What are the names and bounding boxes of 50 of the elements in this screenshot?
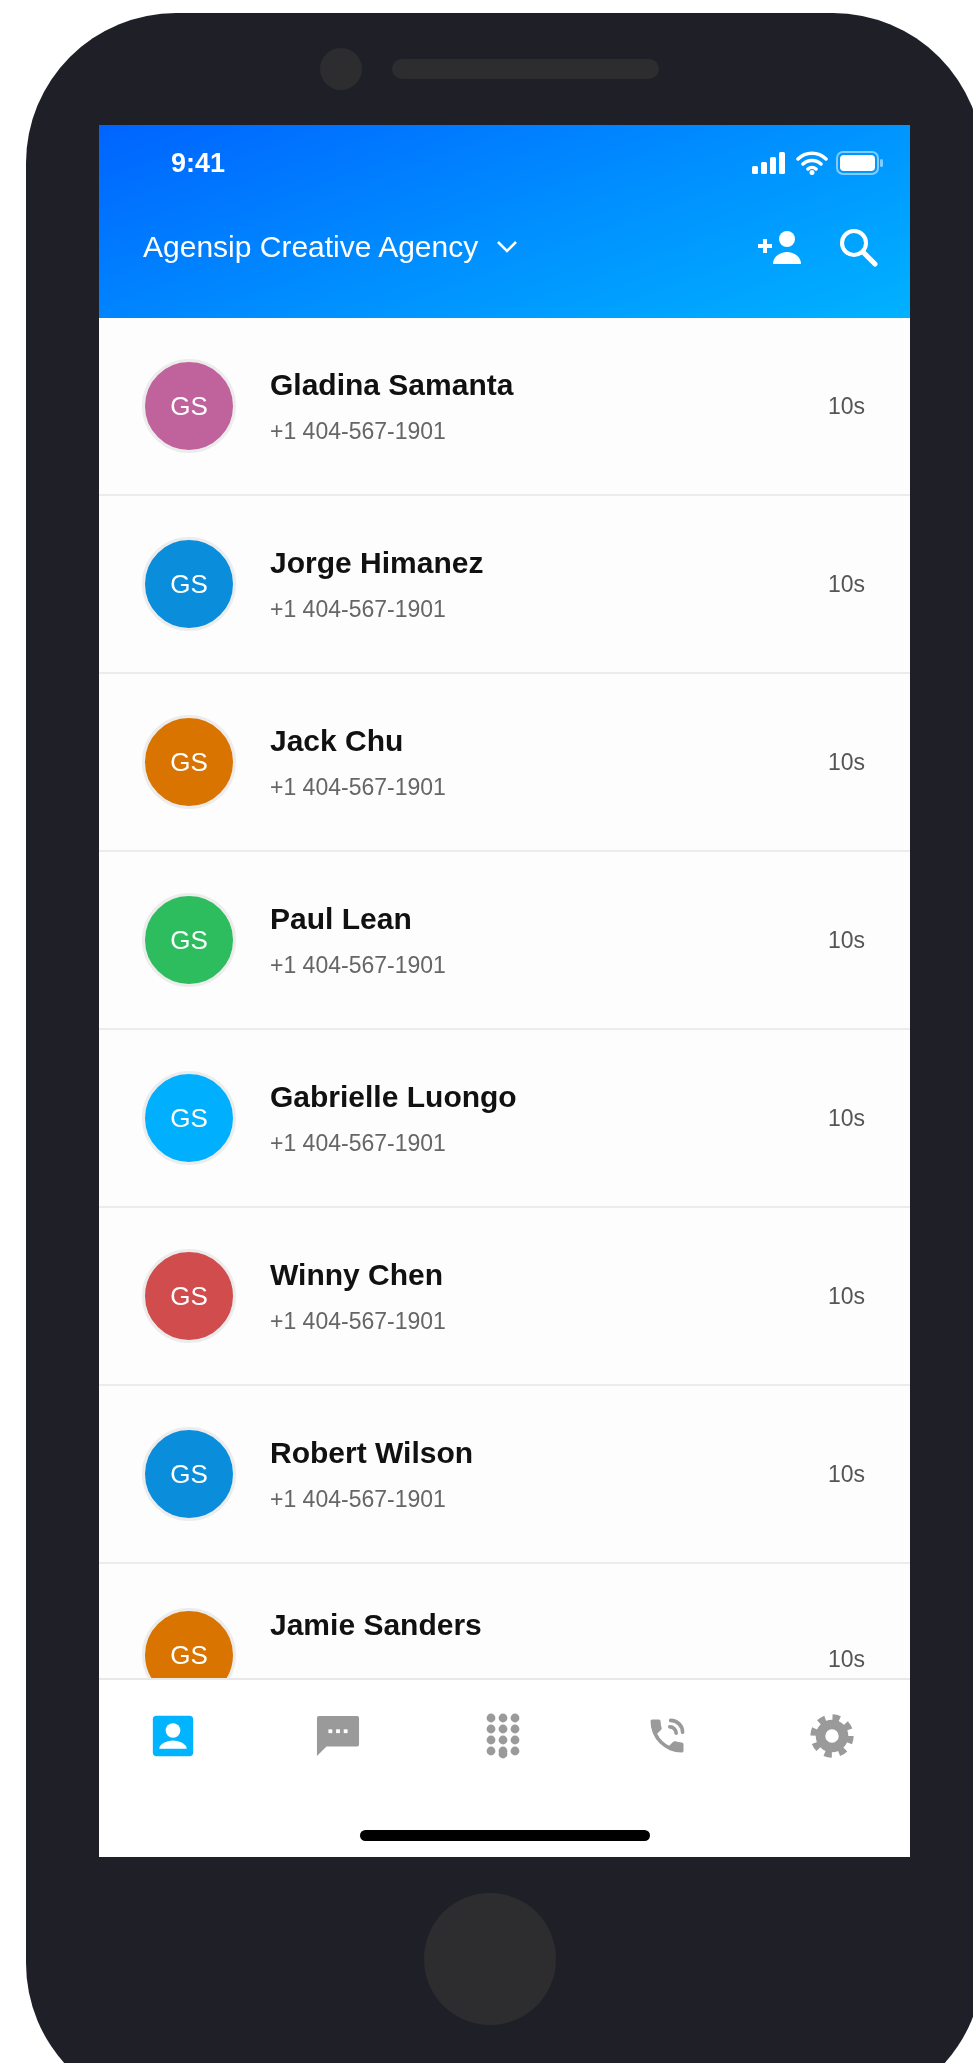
chat-bubble-icon (314, 1714, 361, 1758)
contact-phone: +1 404-567-1901 (270, 951, 447, 979)
call-duration: 10s (827, 926, 865, 954)
contact-row[interactable]: GS Robert Wilson +1 404-567-1901 10s (99, 1386, 910, 1564)
signal-icon (752, 152, 788, 174)
contact-name: Jamie Sanders (270, 1608, 483, 1642)
contact-row[interactable]: GS Jorge Himanez +1 404-567-1901 10s (99, 496, 910, 674)
avatar: GS (142, 715, 236, 809)
call-duration: 10s (827, 1460, 865, 1488)
contact-phone: +1 404-567-1901 (270, 1129, 447, 1157)
contact-phone: +1 404-567-1901 (270, 417, 447, 445)
avatar: GS (142, 1071, 236, 1165)
contact-row[interactable]: GS Gabrielle Luongo +1 404-567-1901 10s (99, 1030, 910, 1208)
avatar: GS (142, 1249, 236, 1343)
contact-card-icon (151, 1714, 195, 1758)
status-time: 9:41 (171, 147, 226, 179)
call-duration: 10s (827, 1282, 865, 1310)
contact-row[interactable]: GS Paul Lean +1 404-567-1901 10s (99, 852, 910, 1030)
avatar: GS (142, 359, 236, 453)
call-duration: 10s (827, 1646, 865, 1673)
contact-row[interactable]: GS Gladina Samanta +1 404-567-1901 10s (99, 318, 910, 496)
workspace-title[interactable]: Agensip Creative Agency (143, 230, 479, 264)
contact-name: Robert Wilson (270, 1435, 475, 1470)
contact-name: Gabrielle Luongo (270, 1079, 518, 1114)
add-person-icon[interactable] (758, 230, 804, 264)
contact-name: Jack Chu (270, 723, 405, 758)
avatar: GS (142, 537, 236, 631)
call-duration: 10s (827, 570, 865, 598)
dialpad-icon (485, 1713, 520, 1759)
avatar: GS (142, 893, 236, 987)
chevron-down-icon[interactable] (496, 240, 519, 254)
contact-row[interactable]: GS Jack Chu +1 404-567-1901 10s (99, 674, 910, 852)
contact-phone: +1 404-567-1901 (270, 595, 447, 623)
avatar: GS (142, 1608, 236, 1678)
contact-row[interactable]: GS Winny Chen +1 404-567-1901 10s (99, 1208, 910, 1386)
wifi-icon (796, 151, 828, 175)
contact-name: Winny Chen (270, 1257, 445, 1292)
contact-phone: +1 404-567-1901 (270, 1307, 447, 1335)
contact-phone: +1 404-567-1901 (270, 773, 447, 801)
contact-phone: +1 404-567-1901 (270, 1485, 447, 1513)
call-duration: 10s (827, 1104, 865, 1132)
search-icon[interactable] (838, 227, 878, 267)
contact-name: Paul Lean (270, 901, 413, 936)
avatar: GS (142, 1427, 236, 1521)
battery-icon (836, 151, 884, 175)
call-duration: 10s (827, 748, 865, 776)
settings-icon (809, 1713, 855, 1759)
contact-name: Gladina Samanta (270, 367, 515, 402)
call-duration: 10s (827, 392, 865, 420)
contact-name: Jorge Himanez (270, 545, 485, 580)
